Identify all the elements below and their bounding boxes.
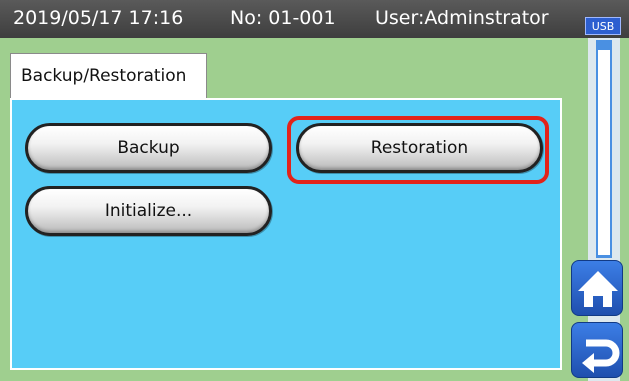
backup-button[interactable]: Backup — [25, 123, 272, 173]
initialize-button[interactable]: Initialize... — [25, 186, 272, 236]
usb-badge: USB — [585, 17, 621, 35]
return-button[interactable] — [571, 322, 623, 378]
number-text: No: 01-001 — [230, 7, 336, 29]
home-button[interactable] — [571, 260, 623, 316]
status-header: 2019/05/17 17:16 No: 01-001 User:Adminst… — [0, 0, 629, 38]
restoration-button[interactable]: Restoration — [296, 123, 543, 173]
datetime-text: 2019/05/17 17:16 — [13, 7, 184, 29]
tab-backup-restoration[interactable]: Backup/Restoration — [10, 53, 207, 98]
scroll-thumb[interactable] — [598, 50, 610, 255]
return-icon — [582, 339, 620, 373]
home-icon — [578, 271, 618, 307]
user-text: User:Adminstrator — [375, 7, 549, 29]
